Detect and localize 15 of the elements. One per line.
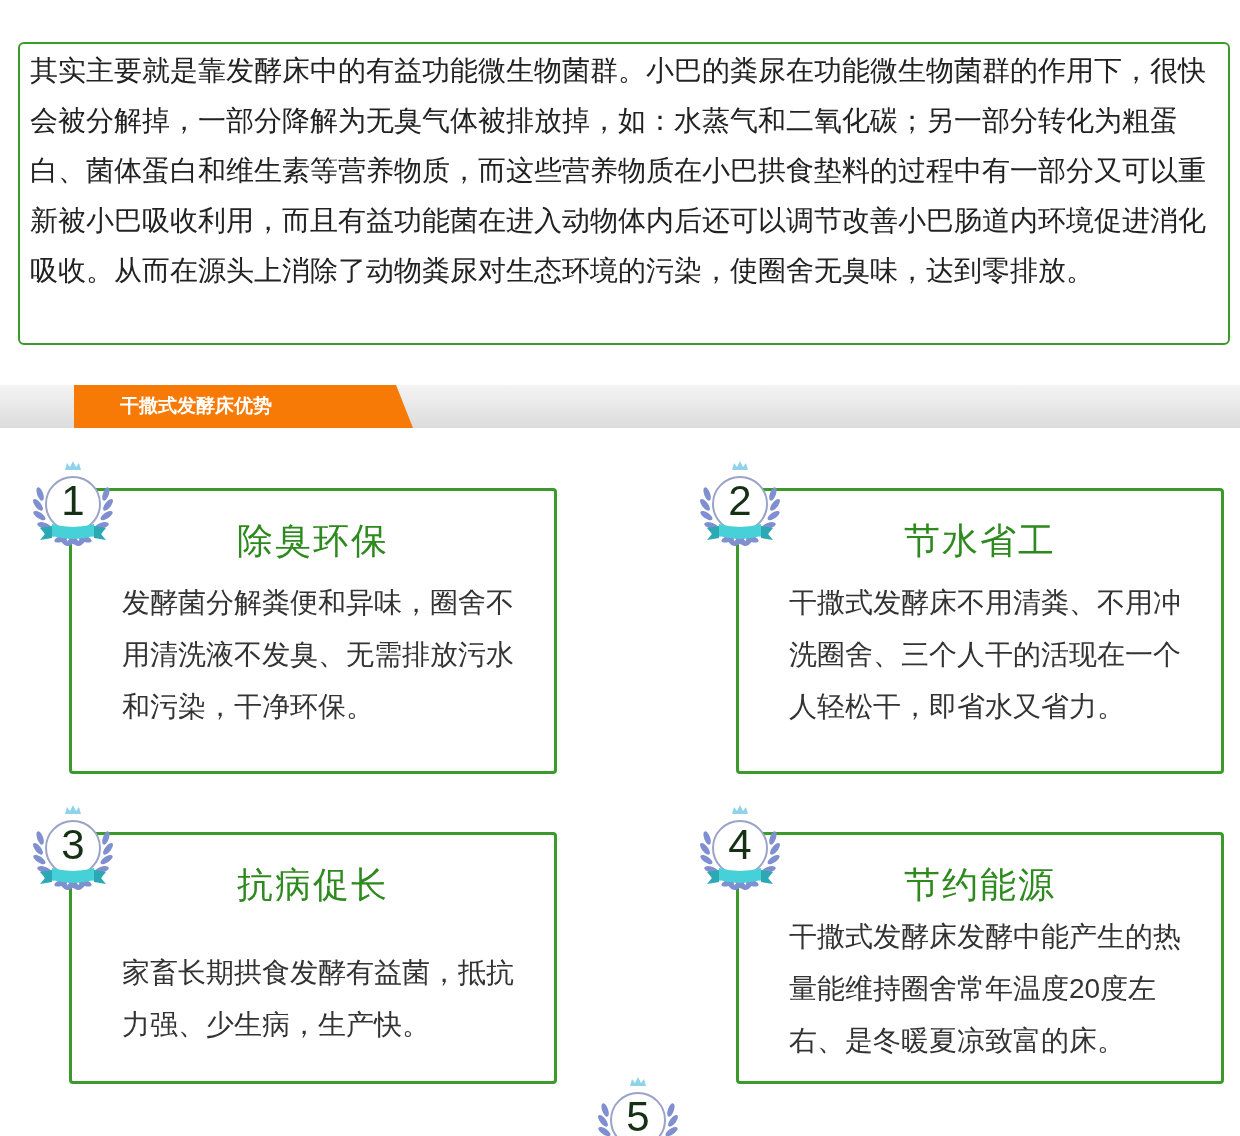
card-title: 节水省工 <box>903 519 1057 563</box>
badge-number: 2 <box>727 480 753 522</box>
card-title: 节约能源 <box>903 863 1057 907</box>
badge-number: 1 <box>60 480 86 522</box>
banner-title: 干撒式发酵床优势 <box>120 394 272 419</box>
card-text: 干撒式发酵床不用清粪、不用冲洗圈舍、三个人干的活现在一个人轻松干，即省水又省力。 <box>789 586 1181 724</box>
badge-number: 4 <box>727 824 753 866</box>
card-text: 发酵菌分解粪便和异味，圈舍不用清洗液不发臭、无需排放污水和污染，干净环保。 <box>122 586 514 724</box>
card-text: 家畜长期拱食发酵有益菌，抵抗力强、少生病，生产快。 <box>122 956 514 1042</box>
card-title: 除臭环保 <box>236 519 390 563</box>
badge-number: 5 <box>625 1096 651 1136</box>
card-title: 抗病促长 <box>236 863 390 907</box>
card-text: 干撒式发酵床发酵中能产生的热量能维持圈舍常年温度20度左右、是冬暖夏凉致富的床。 <box>789 920 1181 1058</box>
intro-paragraph: 其实主要就是靠发酵床中的有益功能微生物菌群。小巴的粪尿在功能微生物菌群的作用下，很快会被分解掉，一部分降解为无臭气体被排放掉，如：水蒸气和二氧化碳；另一部分转化为粗蛋白、菌体蛋白和维生素等营养物质，而这些营养物质在小巴拱食垫料的过程中有一部分又可以重新被小巴吸收利用，而且有益功能菌在进入动物体内后还可以调节改善小巴肠道内环境促进消化吸收。从而在源头上消除了动物粪尿对生态环境的污染，使圈舍无臭味，达到零排放。 <box>18 42 1230 345</box>
badge-number: 3 <box>60 824 86 866</box>
